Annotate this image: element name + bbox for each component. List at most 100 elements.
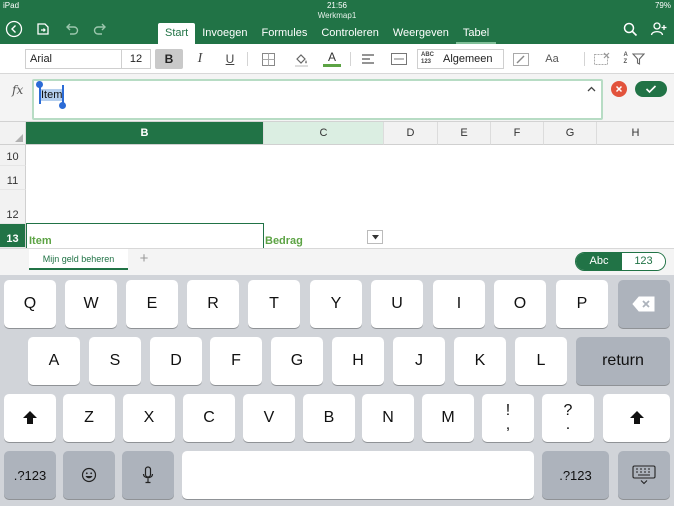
key-exclamation-comma[interactable]: ! , <box>482 394 534 442</box>
column-header-c[interactable]: C <box>264 122 384 145</box>
shift-key-left[interactable] <box>4 394 56 442</box>
italic-button[interactable]: I <box>186 49 214 69</box>
column-header-d[interactable]: D <box>384 122 438 145</box>
keyboard-mode-numbers[interactable]: 123 <box>622 253 665 270</box>
column-header-b[interactable]: B <box>26 122 264 145</box>
key-c[interactable]: C <box>183 394 235 442</box>
key-z[interactable]: Z <box>63 394 115 442</box>
selected-cell-outline[interactable] <box>26 223 264 248</box>
key-g[interactable]: G <box>271 337 323 385</box>
key-b[interactable]: B <box>303 394 355 442</box>
key-f[interactable]: F <box>210 337 262 385</box>
cell-styles-button[interactable]: Aa <box>538 49 566 69</box>
formula-input[interactable]: Item <box>32 79 603 120</box>
clear-button[interactable] <box>588 49 616 69</box>
share-button[interactable] <box>32 18 54 40</box>
cell-b13[interactable]: Item <box>29 235 52 247</box>
key-s[interactable]: S <box>89 337 141 385</box>
key-u[interactable]: U <box>371 280 423 328</box>
row-header-11[interactable]: 11 <box>0 166 26 190</box>
font-color-button[interactable]: A <box>318 49 346 69</box>
clock: 21:56 <box>326 1 348 10</box>
formula-bar: fx Item <box>0 74 674 122</box>
tab-weergeven[interactable]: Weergeven <box>386 23 456 44</box>
cancel-entry-button[interactable] <box>611 81 627 97</box>
key-t[interactable]: T <box>248 280 300 328</box>
key-j[interactable]: J <box>393 337 445 385</box>
emoji-key[interactable] <box>63 451 115 499</box>
align-button[interactable] <box>354 49 382 69</box>
key-comma-label: , <box>505 416 511 433</box>
key-question-period[interactable]: ? . <box>542 394 594 442</box>
tab-invoegen[interactable]: Invoegen <box>195 23 254 44</box>
tab-controleren[interactable]: Controleren <box>314 23 385 44</box>
bold-button[interactable]: B <box>155 49 183 69</box>
return-key[interactable]: return <box>576 337 670 385</box>
undo-button[interactable] <box>61 18 83 40</box>
sort-az-icon: A Z <box>623 52 628 65</box>
cell-c13[interactable]: Bedrag <box>265 235 303 247</box>
chevron-up-icon[interactable] <box>587 86 596 92</box>
numbers-key-left[interactable]: .?123 <box>4 451 56 499</box>
key-o[interactable]: O <box>494 280 546 328</box>
numbers-key-right[interactable]: .?123 <box>542 451 609 499</box>
number-format-select[interactable]: ABC 123 Algemeen <box>417 49 504 69</box>
selection-handle-end[interactable] <box>59 102 66 109</box>
key-r[interactable]: R <box>187 280 239 328</box>
document-share-icon <box>37 23 49 35</box>
sort-filter-button[interactable]: A Z <box>620 49 648 69</box>
key-n[interactable]: N <box>362 394 414 442</box>
key-x[interactable]: X <box>123 394 175 442</box>
emoji-icon <box>81 467 97 483</box>
keyboard-mode-letters[interactable]: Abc <box>576 253 622 270</box>
key-d[interactable]: D <box>150 337 202 385</box>
column-header-h[interactable]: H <box>597 122 674 145</box>
column-header-e[interactable]: E <box>438 122 491 145</box>
function-icon[interactable]: fx <box>12 83 23 97</box>
tab-start[interactable]: Start <box>158 23 196 44</box>
column-header-f[interactable]: F <box>491 122 544 145</box>
tab-formules[interactable]: Formules <box>255 23 315 44</box>
key-w[interactable]: W <box>65 280 117 328</box>
row-header-10[interactable]: 10 <box>0 145 26 166</box>
key-a[interactable]: A <box>28 337 80 385</box>
hide-keyboard-key[interactable] <box>618 451 670 499</box>
row-header-12[interactable]: 12 <box>0 190 26 224</box>
backspace-icon <box>632 296 655 312</box>
wrap-text-button[interactable] <box>385 49 413 69</box>
shift-key-right[interactable] <box>603 394 670 442</box>
underline-button[interactable]: U <box>216 49 244 69</box>
add-person-button[interactable] <box>648 18 670 40</box>
key-q[interactable]: Q <box>4 280 56 328</box>
keyboard-mode-toggle[interactable]: Abc 123 <box>575 252 666 271</box>
sheet-tab-mijn-geld-beheren[interactable]: Mijn geld beheren <box>29 249 128 270</box>
key-e[interactable]: E <box>126 280 178 328</box>
key-k[interactable]: K <box>454 337 506 385</box>
key-y[interactable]: Y <box>310 280 362 328</box>
key-l[interactable]: L <box>515 337 567 385</box>
backspace-key[interactable] <box>618 280 670 328</box>
add-sheet-button[interactable]: + <box>134 250 154 270</box>
row-header-13[interactable]: 13 <box>0 224 26 248</box>
space-key[interactable] <box>182 451 534 499</box>
table-filter-button[interactable] <box>367 230 383 244</box>
key-i[interactable]: I <box>433 280 485 328</box>
key-p[interactable]: P <box>556 280 608 328</box>
search-button[interactable] <box>619 18 641 40</box>
column-header-g[interactable]: G <box>544 122 597 145</box>
back-button[interactable] <box>3 18 25 40</box>
font-name-field[interactable]: Arial <box>25 49 122 69</box>
confirm-entry-button[interactable] <box>635 81 667 97</box>
tab-tabel[interactable]: Tabel <box>456 23 496 44</box>
borders-button[interactable] <box>254 49 282 69</box>
fill-color-button[interactable] <box>287 49 315 69</box>
dictation-key[interactable] <box>122 451 174 499</box>
redo-button[interactable] <box>89 18 111 40</box>
key-v[interactable]: V <box>243 394 295 442</box>
microphone-icon <box>142 466 154 484</box>
key-m[interactable]: M <box>422 394 474 442</box>
key-h[interactable]: H <box>332 337 384 385</box>
select-all-corner[interactable] <box>0 122 26 145</box>
font-size-field[interactable]: 12 <box>121 49 151 69</box>
conditional-format-button[interactable] <box>507 49 535 69</box>
